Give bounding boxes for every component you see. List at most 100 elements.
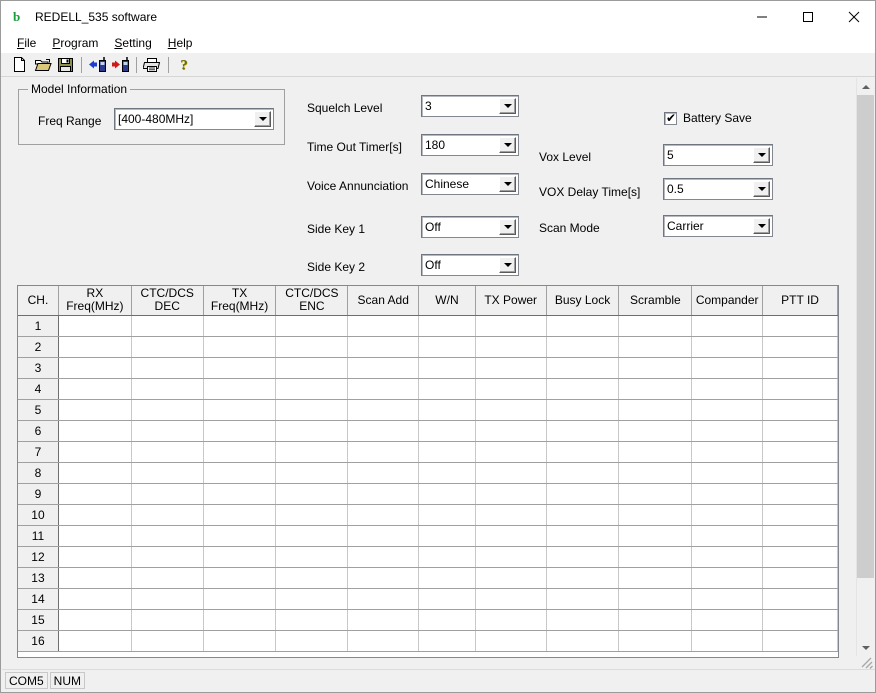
cell-busy-lock[interactable] (546, 357, 620, 379)
cell-wn[interactable] (418, 630, 476, 652)
battery-save-checkbox[interactable]: ✔ Battery Save (664, 111, 752, 125)
cell-tx-freq[interactable] (203, 483, 277, 505)
cell-wn[interactable] (418, 462, 476, 484)
row-header-channel[interactable]: 8 (18, 462, 59, 484)
cell-busy-lock[interactable] (546, 483, 620, 505)
cell-busy-lock[interactable] (546, 378, 620, 400)
squelch-level-combobox[interactable]: 3 (421, 95, 519, 117)
cell-ctcdcs-dec[interactable] (131, 483, 204, 505)
column-header-ch[interactable]: CH. (18, 286, 59, 316)
cell-tx-freq[interactable] (203, 525, 277, 547)
cell-compander[interactable] (691, 336, 764, 358)
row-header-channel[interactable]: 5 (18, 399, 59, 421)
cell-tx-power[interactable] (475, 504, 547, 526)
cell-ctcdcs-enc[interactable] (275, 336, 349, 358)
menu-setting[interactable]: Setting (106, 34, 159, 52)
cell-wn[interactable] (418, 546, 476, 568)
column-header-tx-freq[interactable]: TX Freq(MHz) (203, 286, 277, 316)
cell-ptt-id[interactable] (762, 588, 838, 610)
cell-scramble[interactable] (618, 462, 693, 484)
cell-rx-freq[interactable] (58, 336, 132, 358)
cell-ptt-id[interactable] (762, 336, 838, 358)
cell-tx-power[interactable] (475, 462, 547, 484)
cell-compander[interactable] (691, 462, 764, 484)
cell-tx-freq[interactable] (203, 441, 277, 463)
cell-compander[interactable] (691, 315, 764, 337)
cell-scramble[interactable] (618, 630, 693, 652)
cell-scan-add[interactable] (347, 420, 420, 442)
cell-ctcdcs-enc[interactable] (275, 420, 349, 442)
voice-annunciation-combobox[interactable]: Chinese (421, 173, 519, 195)
cell-tx-freq[interactable] (203, 546, 277, 568)
vox-level-combobox[interactable]: 5 (663, 144, 773, 166)
cell-ctcdcs-enc[interactable] (275, 315, 349, 337)
cell-tx-power[interactable] (475, 378, 547, 400)
cell-busy-lock[interactable] (546, 546, 620, 568)
cell-scan-add[interactable] (347, 336, 420, 358)
cell-ctcdcs-dec[interactable] (131, 420, 204, 442)
cell-tx-freq[interactable] (203, 609, 277, 631)
cell-rx-freq[interactable] (58, 441, 132, 463)
row-header-channel[interactable]: 12 (18, 546, 59, 568)
cell-scan-add[interactable] (347, 588, 420, 610)
cell-ptt-id[interactable] (762, 357, 838, 379)
cell-scan-add[interactable] (347, 504, 420, 526)
cell-scramble[interactable] (618, 483, 693, 505)
cell-ctcdcs-dec[interactable] (131, 336, 204, 358)
cell-rx-freq[interactable] (58, 357, 132, 379)
cell-rx-freq[interactable] (58, 504, 132, 526)
freq-range-combobox[interactable]: [400-480MHz] (114, 108, 274, 130)
cell-compander[interactable] (691, 483, 764, 505)
row-header-channel[interactable]: 11 (18, 525, 59, 547)
table-row[interactable]: 16 (18, 630, 838, 652)
cell-wn[interactable] (418, 357, 476, 379)
table-row[interactable]: 14 (18, 588, 838, 610)
new-file-icon[interactable] (8, 54, 31, 76)
cell-tx-freq[interactable] (203, 378, 277, 400)
cell-ctcdcs-dec[interactable] (131, 588, 204, 610)
cell-rx-freq[interactable] (58, 399, 132, 421)
cell-wn[interactable] (418, 588, 476, 610)
cell-ctcdcs-enc[interactable] (275, 483, 349, 505)
cell-ctcdcs-dec[interactable] (131, 357, 204, 379)
cell-ctcdcs-dec[interactable] (131, 378, 204, 400)
cell-scramble[interactable] (618, 315, 693, 337)
cell-tx-freq[interactable] (203, 399, 277, 421)
cell-busy-lock[interactable] (546, 630, 620, 652)
cell-tx-power[interactable] (475, 399, 547, 421)
cell-rx-freq[interactable] (58, 462, 132, 484)
cell-scan-add[interactable] (347, 441, 420, 463)
cell-ptt-id[interactable] (762, 399, 838, 421)
cell-compander[interactable] (691, 588, 764, 610)
row-header-channel[interactable]: 7 (18, 441, 59, 463)
column-header-scan-add[interactable]: Scan Add (347, 286, 420, 316)
cell-busy-lock[interactable] (546, 567, 620, 589)
cell-ptt-id[interactable] (762, 441, 838, 463)
vox-level-chevron-down-icon[interactable] (753, 147, 770, 163)
cell-rx-freq[interactable] (58, 378, 132, 400)
row-header-channel[interactable]: 4 (18, 378, 59, 400)
cell-rx-freq[interactable] (58, 630, 132, 652)
cell-tx-power[interactable] (475, 546, 547, 568)
cell-wn[interactable] (418, 609, 476, 631)
scroll-up-arrow-icon[interactable] (857, 78, 874, 95)
open-folder-icon[interactable] (31, 54, 54, 76)
cell-ctcdcs-enc[interactable] (275, 588, 349, 610)
cell-busy-lock[interactable] (546, 315, 620, 337)
cell-ctcdcs-dec[interactable] (131, 441, 204, 463)
cell-wn[interactable] (418, 315, 476, 337)
cell-ctcdcs-dec[interactable] (131, 567, 204, 589)
cell-ctcdcs-dec[interactable] (131, 630, 204, 652)
cell-ctcdcs-enc[interactable] (275, 630, 349, 652)
voice-annunciation-chevron-down-icon[interactable] (499, 176, 516, 192)
time-out-timer-chevron-down-icon[interactable] (499, 137, 516, 153)
cell-tx-power[interactable] (475, 420, 547, 442)
maximize-button[interactable] (785, 1, 831, 32)
write-to-radio-icon[interactable] (109, 54, 132, 76)
cell-tx-freq[interactable] (203, 336, 277, 358)
cell-scan-add[interactable] (347, 525, 420, 547)
side-key-1-combobox[interactable]: Off (421, 216, 519, 238)
time-out-timer-combobox[interactable]: 180 (421, 134, 519, 156)
cell-compander[interactable] (691, 525, 764, 547)
cell-scramble[interactable] (618, 336, 693, 358)
